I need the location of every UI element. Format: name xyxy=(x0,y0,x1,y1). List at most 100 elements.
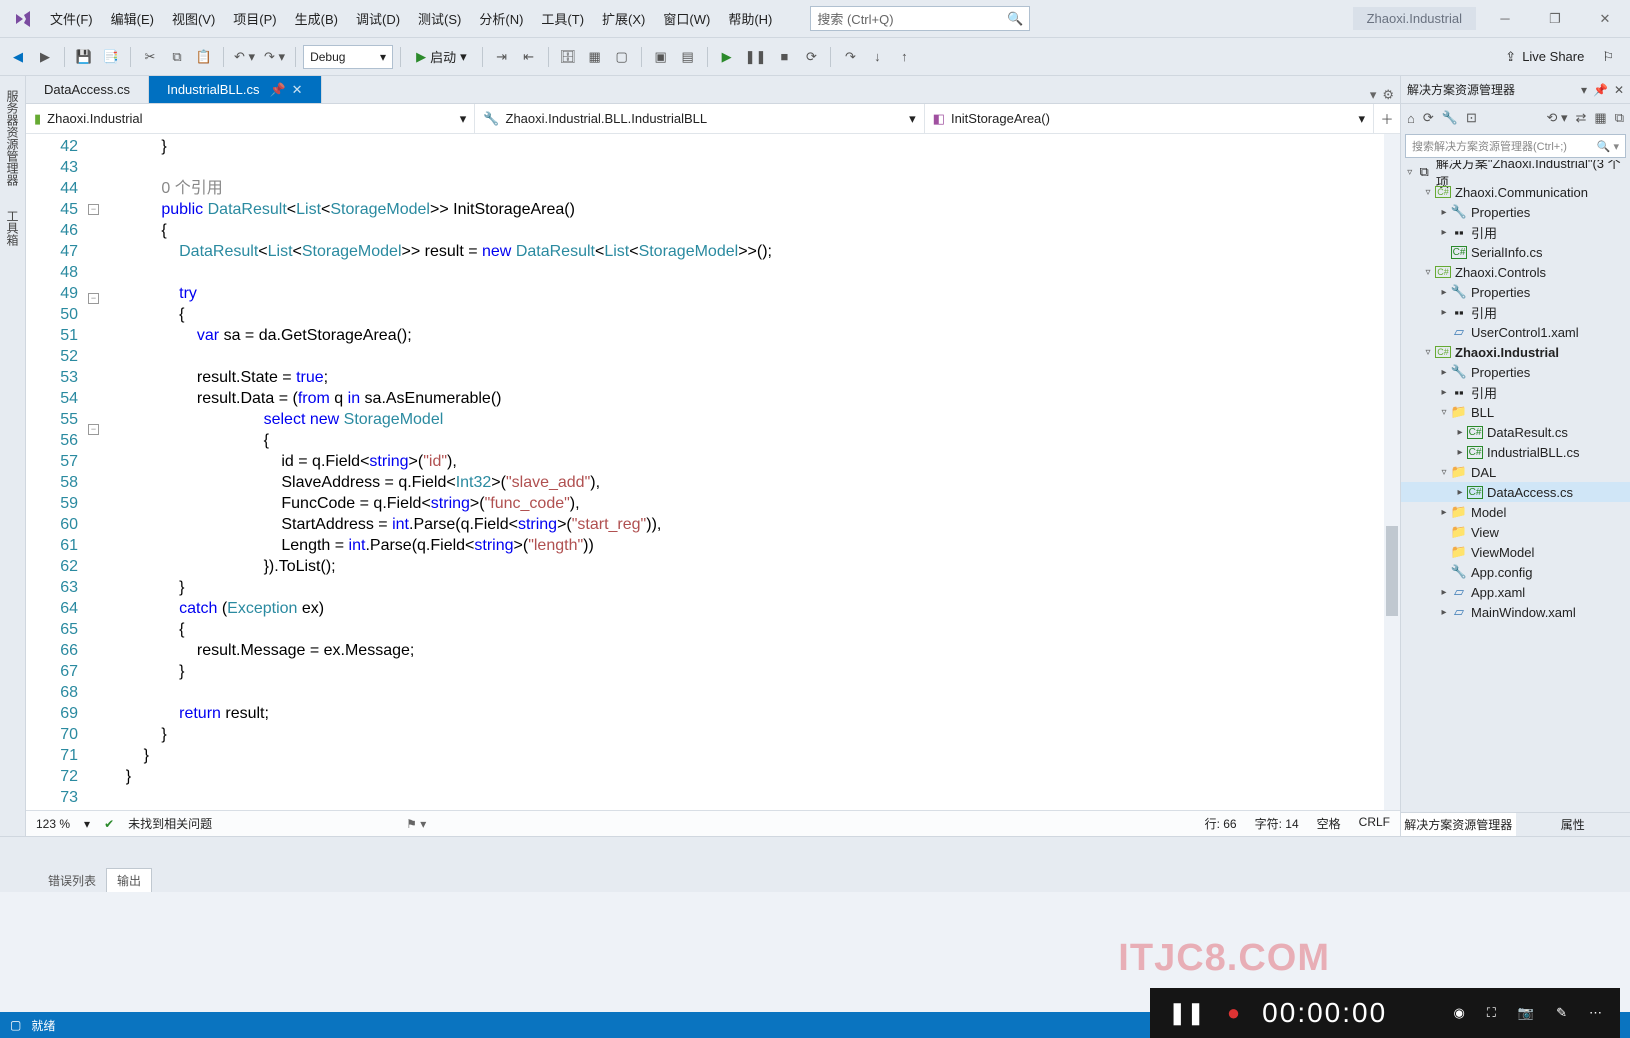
tree-node[interactable]: ▸▪▪引用 xyxy=(1401,382,1630,402)
rec-cam-icon[interactable]: ◉ xyxy=(1453,1005,1464,1021)
panel-close-icon[interactable]: ✕ xyxy=(1614,83,1624,97)
fold-column[interactable]: −−− xyxy=(88,134,108,810)
side-tab[interactable]: 工具箱 xyxy=(1,204,24,252)
indent-mode[interactable]: 空格 xyxy=(1317,815,1341,832)
menu-扩展(X)[interactable]: 扩展(X) xyxy=(594,5,653,32)
scrollbar[interactable] xyxy=(1384,134,1400,810)
refresh-icon[interactable]: ⟲ ▾ xyxy=(1546,110,1567,126)
panel-footer-tab[interactable]: 属性 xyxy=(1516,813,1630,836)
pause-button[interactable]: ❚❚ xyxy=(742,44,770,70)
undo-button[interactable]: ↶ ▾ xyxy=(231,44,258,70)
props-icon[interactable]: ⧉ xyxy=(1615,110,1624,126)
save-all-button[interactable]: 📑 xyxy=(99,44,123,70)
window-2-icon[interactable]: ▤ xyxy=(676,44,700,70)
menu-分析(N)[interactable]: 分析(N) xyxy=(471,5,531,32)
tree-node[interactable]: ▸▪▪引用 xyxy=(1401,222,1630,242)
issues-label[interactable]: 未找到相关问题 xyxy=(128,815,212,832)
bottom-tab[interactable]: 错误列表 xyxy=(38,868,106,892)
wrench-icon[interactable]: 🔧 xyxy=(1442,110,1458,126)
tree-node[interactable]: 🔧App.config xyxy=(1401,562,1630,582)
rec-more-icon[interactable]: ⋯ xyxy=(1589,1005,1602,1021)
step-2-icon[interactable]: ⇤ xyxy=(517,44,541,70)
home-icon[interactable]: ⌂ xyxy=(1407,111,1415,126)
nav-add-icon[interactable]: ＋ xyxy=(1374,104,1400,133)
stop-button[interactable]: ■ xyxy=(772,44,796,70)
panel-pin-icon[interactable]: 📌 xyxy=(1593,83,1608,97)
start-debug-button[interactable]: ▶ 启动▾ xyxy=(408,47,475,66)
tree-node[interactable]: C#SerialInfo.cs xyxy=(1401,242,1630,262)
back-button[interactable]: ◀ xyxy=(6,44,30,70)
screen-recorder-overlay[interactable]: ❚❚ ● 00:00:00 ◉ ⛶ 📷 ✎ ⋯ xyxy=(1150,988,1620,1038)
collapse-icon[interactable]: ⇄ xyxy=(1576,110,1587,126)
side-tab[interactable]: 服务器资源管理器 xyxy=(1,84,24,192)
panel-dropdown-icon[interactable]: ▾ xyxy=(1581,83,1587,97)
tree-node[interactable]: ▸🔧Properties xyxy=(1401,362,1630,382)
menu-编辑(E)[interactable]: 编辑(E) xyxy=(103,5,162,32)
menu-窗口(W)[interactable]: 窗口(W) xyxy=(655,5,718,32)
step-out-icon[interactable]: ↑ xyxy=(892,44,916,70)
code-content[interactable]: } 0 个引用 public DataResult<List<StorageMo… xyxy=(108,134,1384,810)
menu-生成(B)[interactable]: 生成(B) xyxy=(287,5,346,32)
maximize-button[interactable]: ❐ xyxy=(1534,4,1576,34)
feedback-icon[interactable]: ⚐ xyxy=(1602,49,1614,65)
window-1-icon[interactable]: ▣ xyxy=(649,44,673,70)
rec-snap-icon[interactable]: 📷 xyxy=(1518,1005,1534,1021)
tab-overflow-icon[interactable]: ▾ xyxy=(1370,87,1377,103)
tree-node[interactable]: ▸C#DataAccess.cs xyxy=(1401,482,1630,502)
zoom-dropdown[interactable]: 123 % xyxy=(36,817,70,831)
tree-node[interactable]: ▸🔧Properties xyxy=(1401,202,1630,222)
tree-node[interactable]: 📁View xyxy=(1401,522,1630,542)
rec-record-icon[interactable]: ● xyxy=(1227,1000,1240,1026)
tree-node[interactable]: ▸▱MainWindow.xaml xyxy=(1401,602,1630,622)
scope-icon[interactable]: ⊡ xyxy=(1466,110,1477,126)
tree-node[interactable]: 📁ViewModel xyxy=(1401,542,1630,562)
paste-button[interactable]: 📋 xyxy=(192,44,216,70)
tab-settings-icon[interactable]: ⚙ xyxy=(1382,87,1394,103)
rec-edit-icon[interactable]: ✎ xyxy=(1556,1005,1567,1021)
continue-button[interactable]: ▶ xyxy=(715,44,739,70)
code-editor[interactable]: 4243444546474849505152535455565758596061… xyxy=(26,134,1400,810)
bottom-tab[interactable]: 输出 xyxy=(106,868,152,892)
live-share-button[interactable]: ⇪ Live Share ⚐ xyxy=(1495,49,1624,65)
nav-dropdown[interactable]: ▮ Zhaoxi.Industrial▾ xyxy=(26,104,475,133)
solution-search[interactable]: 搜索解决方案资源管理器(Ctrl+;) 🔍 ▾ xyxy=(1405,134,1626,158)
grid-icon[interactable]: ▦ xyxy=(583,44,607,70)
box-icon[interactable]: ▢ xyxy=(610,44,634,70)
configuration-dropdown[interactable]: Debug▾ xyxy=(303,45,393,69)
menu-项目(P)[interactable]: 项目(P) xyxy=(225,5,284,32)
step-over-icon[interactable]: ↷ xyxy=(838,44,862,70)
menu-工具(T)[interactable]: 工具(T) xyxy=(533,5,592,32)
show-all-icon[interactable]: ▦ xyxy=(1594,110,1606,126)
tree-node[interactable]: ▿C#Zhaoxi.Controls xyxy=(1401,262,1630,282)
forward-button[interactable]: ▶ xyxy=(33,44,57,70)
menu-帮助(H)[interactable]: 帮助(H) xyxy=(720,5,780,32)
step-into-icon[interactable]: ↓ xyxy=(865,44,889,70)
save-button[interactable]: 💾 xyxy=(72,44,96,70)
nav-dropdown[interactable]: ◧ InitStorageArea()▾ xyxy=(925,104,1374,133)
restart-button[interactable]: ⟳ xyxy=(799,44,823,70)
db-icon[interactable]: 🗄 xyxy=(556,44,580,70)
menu-调试(D)[interactable]: 调试(D) xyxy=(348,5,408,32)
tree-node[interactable]: ▸C#DataResult.cs xyxy=(1401,422,1630,442)
copy-button[interactable]: ⧉ xyxy=(165,44,189,70)
tree-node[interactable]: ▸▱App.xaml xyxy=(1401,582,1630,602)
tree-node[interactable]: ▸📁Model xyxy=(1401,502,1630,522)
scrollbar-thumb[interactable] xyxy=(1386,526,1398,616)
panel-footer-tab[interactable]: 解决方案资源管理器 xyxy=(1401,813,1516,836)
tree-node[interactable]: ▸C#IndustrialBLL.cs xyxy=(1401,442,1630,462)
tree-node[interactable]: ▿C#Zhaoxi.Industrial xyxy=(1401,342,1630,362)
tree-node[interactable]: ▿📁DAL xyxy=(1401,462,1630,482)
tree-node[interactable]: ▱UserControl1.xaml xyxy=(1401,322,1630,342)
tree-node[interactable]: ▿📁BLL xyxy=(1401,402,1630,422)
menu-文件(F)[interactable]: 文件(F) xyxy=(42,5,101,32)
eol-mode[interactable]: CRLF xyxy=(1359,815,1390,832)
doc-tab[interactable]: IndustrialBLL.cs📌✕ xyxy=(149,76,322,103)
close-button[interactable]: ✕ xyxy=(1584,4,1626,34)
rec-expand-icon[interactable]: ⛶ xyxy=(1487,1005,1496,1021)
menu-测试(S)[interactable]: 测试(S) xyxy=(410,5,469,32)
doc-tab[interactable]: DataAccess.cs xyxy=(26,76,149,103)
search-input[interactable]: 搜索 (Ctrl+Q) 🔍 xyxy=(810,6,1030,31)
nav-dropdown[interactable]: 🔧 Zhaoxi.Industrial.BLL.IndustrialBLL▾ xyxy=(475,104,924,133)
solution-tree[interactable]: ▿⧉解决方案"Zhaoxi.Industrial"(3 个项▿C#Zhaoxi.… xyxy=(1401,160,1630,812)
flag-icon[interactable]: ⚑ ▾ xyxy=(406,817,426,831)
